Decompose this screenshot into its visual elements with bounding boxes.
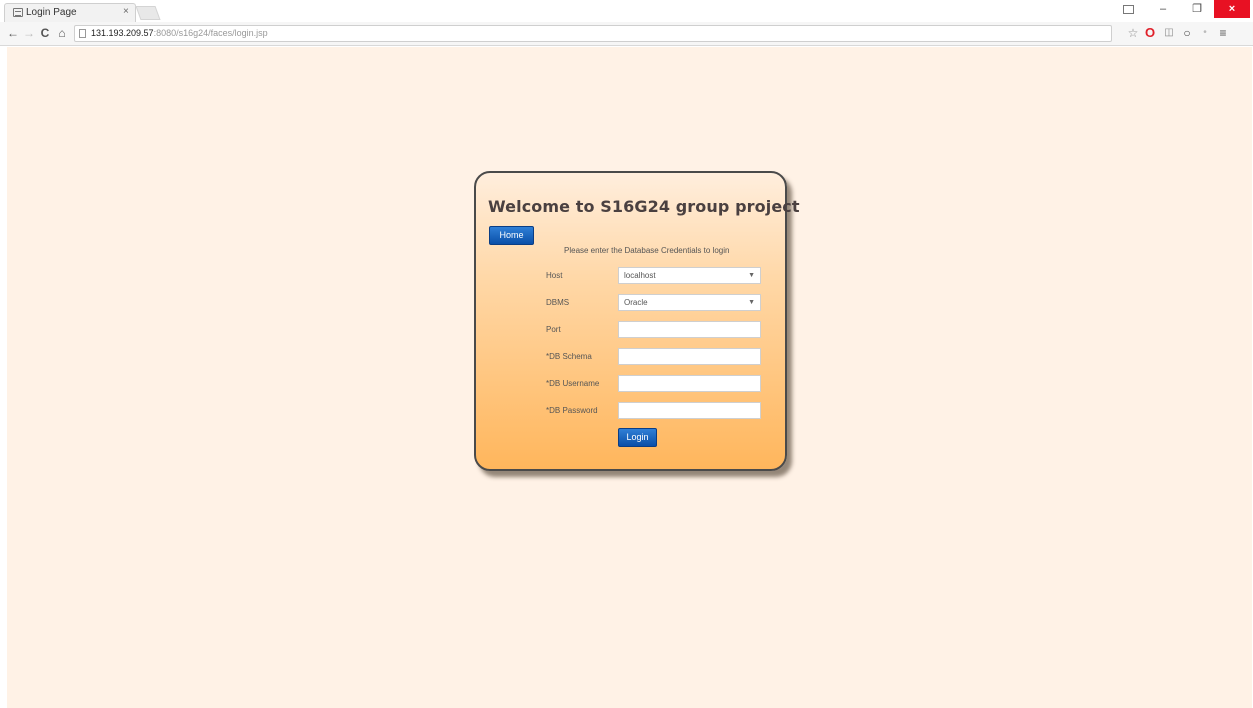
username-label: *DB Username xyxy=(546,379,600,388)
username-input[interactable] xyxy=(618,375,761,392)
browser-tab[interactable]: Login Page × xyxy=(4,3,136,22)
password-label: *DB Password xyxy=(546,406,598,415)
star-icon[interactable]: ☆ xyxy=(1126,25,1140,41)
host-label: Host xyxy=(546,271,563,280)
login-button[interactable]: Login xyxy=(618,428,657,447)
url-host: 131.193.209.57 xyxy=(91,28,154,38)
browser-toolbar: ← → C ⌂ 131.193.209.57:8080/s16g24/faces… xyxy=(0,22,1253,46)
forward-icon[interactable]: → xyxy=(22,26,36,40)
host-select-value: localhost xyxy=(624,271,656,280)
tab-close-icon[interactable]: × xyxy=(123,6,129,17)
close-window-button[interactable]: × xyxy=(1214,0,1250,18)
dbms-label: DBMS xyxy=(546,298,570,307)
host-select[interactable]: localhost ▼ xyxy=(618,267,761,284)
instruction-text: Please enter the Database Credentials to… xyxy=(564,246,730,255)
page-icon xyxy=(79,29,86,38)
new-tab-button[interactable] xyxy=(135,6,161,20)
tab-title: Login Page xyxy=(26,7,77,18)
page-favicon-icon xyxy=(13,8,23,17)
port-input[interactable] xyxy=(618,321,761,338)
minimize-button[interactable]: – xyxy=(1150,0,1176,18)
profile-icon[interactable] xyxy=(1118,0,1138,18)
home-icon[interactable]: ⌂ xyxy=(55,26,69,40)
login-card: Welcome to S16G24 group project Home Ple… xyxy=(474,171,800,471)
dbms-select[interactable]: Oracle ▼ xyxy=(618,294,761,311)
chevron-down-icon: ▼ xyxy=(748,299,755,306)
browser-tab-bar: Login Page × – ❐ × xyxy=(0,0,1253,22)
schema-input[interactable] xyxy=(618,348,761,365)
home-button[interactable]: Home xyxy=(489,226,534,245)
address-bar[interactable]: 131.193.209.57:8080/s16g24/faces/login.j… xyxy=(74,25,1112,42)
chevron-down-icon: ▼ xyxy=(748,272,755,279)
extension-dot-icon[interactable]: • xyxy=(1198,25,1212,41)
extension-icon[interactable]: ◫ xyxy=(1162,25,1176,41)
reload-icon[interactable]: C xyxy=(38,26,52,40)
opera-icon[interactable]: O xyxy=(1143,25,1157,41)
port-label: Port xyxy=(546,325,561,334)
back-icon[interactable]: ← xyxy=(6,26,20,40)
restore-button[interactable]: ❐ xyxy=(1184,0,1210,18)
schema-label: *DB Schema xyxy=(546,352,592,361)
extension-ring-icon[interactable]: ○ xyxy=(1180,25,1194,41)
dbms-select-value: Oracle xyxy=(624,298,648,307)
menu-icon[interactable]: ≡ xyxy=(1216,25,1230,41)
page-viewport: Welcome to S16G24 group project Home Ple… xyxy=(7,47,1252,708)
page-title: Welcome to S16G24 group project xyxy=(488,197,800,216)
url-path: :8080/s16g24/faces/login.jsp xyxy=(153,28,268,38)
password-input[interactable] xyxy=(618,402,761,419)
